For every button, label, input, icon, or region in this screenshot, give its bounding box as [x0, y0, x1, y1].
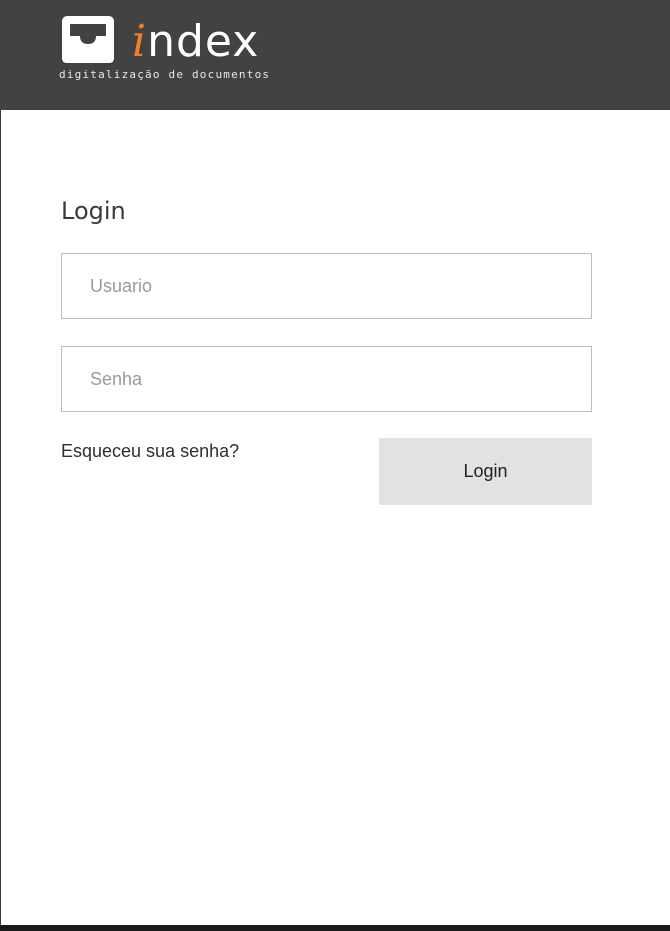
brand-wordmark-accent: i — [132, 16, 148, 67]
brand-logo[interactable]: index digitalização de documentos — [58, 10, 269, 90]
inbox-tray-icon — [62, 16, 114, 63]
password-input[interactable] — [61, 346, 592, 412]
brand-wordmark-rest: ndex — [147, 16, 260, 67]
login-title: Login — [61, 197, 126, 225]
forgot-password-link[interactable]: Esqueceu sua senha? — [61, 440, 239, 462]
window-bottom-edge — [0, 925, 670, 931]
username-input[interactable] — [61, 253, 592, 319]
login-button[interactable]: Login — [379, 438, 592, 505]
app-header: index digitalização de documentos — [0, 0, 670, 110]
brand-wordmark: index — [132, 10, 259, 74]
brand-tagline: digitalização de documentos — [59, 68, 271, 81]
window-left-edge — [0, 110, 1, 925]
